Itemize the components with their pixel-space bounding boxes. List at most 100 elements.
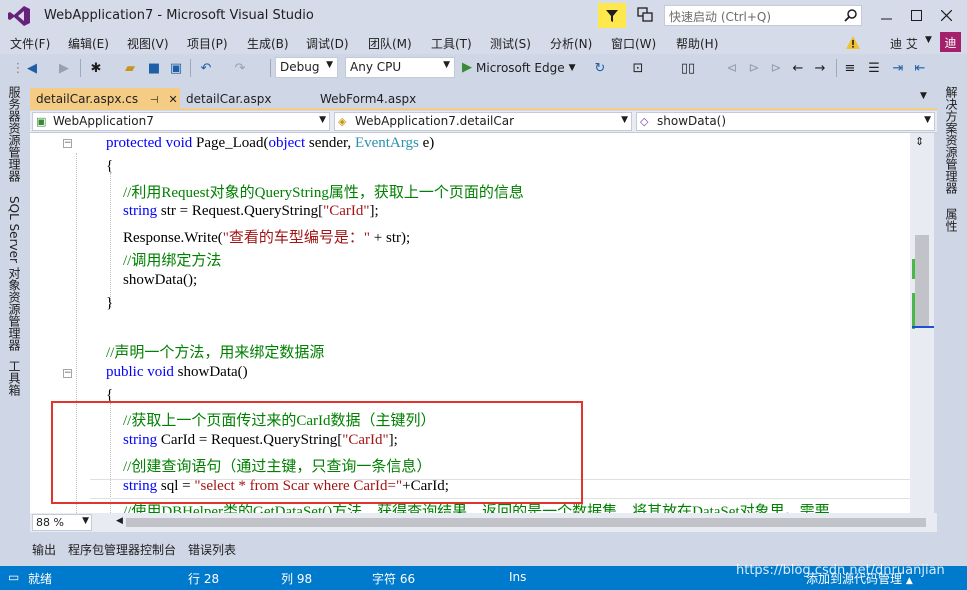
next-bookmark-folder-icon[interactable]: ⊳ — [768, 60, 784, 76]
code-line[interactable]: Response.Write("查看的车型编号是：" + str); — [123, 226, 410, 247]
bookmark-toggle-icon[interactable]: ▯▯ — [680, 60, 696, 76]
solution-explorer-tab[interactable]: 解决方案资源管理器 — [943, 86, 960, 194]
play-icon: ▶ — [462, 60, 472, 75]
navigate-forward-arrow-icon[interactable]: → — [812, 60, 828, 76]
right-tool-strip: 解决方案资源管理器 属性 — [937, 82, 967, 564]
funnel-icon — [606, 9, 618, 22]
user-name[interactable]: 迪 艾 — [890, 35, 918, 52]
chevron-down-icon: ▼ — [319, 115, 326, 125]
split-editor-icon[interactable]: ⇕ — [915, 135, 924, 148]
indent-icon[interactable]: ⇥ — [890, 60, 906, 76]
redo-icon[interactable]: ↷ — [232, 60, 248, 76]
scroll-left-icon[interactable]: ◀ — [116, 516, 123, 526]
undo-icon[interactable]: ↶ — [198, 60, 214, 76]
close-icon[interactable]: ✕ — [168, 93, 177, 106]
comment-lines-icon[interactable]: ≡ — [842, 60, 858, 76]
previous-bookmark-icon[interactable]: ⊲ — [724, 60, 740, 76]
code-comment[interactable]: //利用Request对象的QueryString属性，获取上一个页面的信息 — [123, 181, 524, 202]
tab-output[interactable]: 输出 — [32, 541, 56, 558]
refresh-icon[interactable]: ↻ — [592, 60, 608, 76]
status-char: 字符 66 — [372, 572, 416, 586]
menu-project[interactable]: 项目(P) — [187, 35, 228, 52]
project-select[interactable]: ▣ WebApplication7 ▼ — [32, 112, 330, 131]
close-button[interactable] — [936, 6, 956, 24]
scrollbar-thumb[interactable] — [915, 235, 929, 327]
class-select[interactable]: ◈ WebApplication7.detailCar ▼ — [334, 112, 632, 131]
save-all-icon[interactable]: ▣ — [168, 60, 184, 76]
tab-detailcar-aspx[interactable]: detailCar.aspx — [180, 88, 277, 110]
navigate-back-icon[interactable]: ◀ — [24, 60, 40, 76]
status-line: 行 28 — [188, 572, 220, 586]
sql-server-object-explorer-tab[interactable]: SQL Server 对象资源管理器 — [6, 196, 23, 351]
horizontal-scrollbar-thumb[interactable] — [126, 518, 926, 527]
properties-tab[interactable]: 属性 — [943, 208, 960, 232]
menu-tools[interactable]: 工具(T) — [431, 35, 472, 52]
pin-icon[interactable]: ⊣ — [150, 95, 159, 106]
menu-team[interactable]: 团队(M) — [368, 35, 412, 52]
tab-package-manager-console[interactable]: 程序包管理器控制台 — [68, 541, 176, 558]
uncomment-lines-icon[interactable]: ☰ — [866, 60, 882, 76]
code-line[interactable]: showData(); — [123, 272, 197, 289]
tab-webform4-aspx[interactable]: WebForm4.aspx — [314, 88, 422, 110]
collapse-icon[interactable]: − — [63, 369, 72, 378]
configuration-select[interactable]: Debug ▼ — [275, 57, 338, 78]
scroll-position-marker — [912, 326, 934, 328]
menu-edit[interactable]: 编辑(E) — [68, 35, 109, 52]
platform-value: Any CPU — [350, 60, 402, 74]
navigate-backward-icon[interactable]: ← — [790, 60, 806, 76]
feedback-icon[interactable] — [636, 6, 654, 24]
minimize-button[interactable] — [876, 6, 896, 24]
quick-launch-input[interactable]: 快速启动 (Ctrl+Q) — [664, 5, 862, 26]
code-line[interactable]: { — [106, 158, 113, 175]
menu-view[interactable]: 视图(V) — [127, 35, 169, 52]
code-line[interactable]: protected void Page_Load(object sender, … — [106, 135, 434, 152]
status-column: 列 98 — [281, 572, 313, 586]
server-explorer-tab[interactable]: 服务器资源管理器 — [6, 86, 23, 182]
maximize-button[interactable] — [906, 6, 926, 24]
warning-icon[interactable] — [846, 36, 860, 49]
configuration-value: Debug — [280, 60, 320, 74]
code-line[interactable]: public void showData() — [106, 364, 248, 381]
toolbox-tab[interactable]: 工具箱 — [6, 360, 23, 396]
tab-detailcar-aspx-cs[interactable]: detailCar.aspx.cs ⊣ ✕ — [30, 88, 180, 110]
notifications-filter-button[interactable] — [598, 3, 626, 28]
menu-help[interactable]: 帮助(H) — [676, 35, 718, 52]
tab-error-list[interactable]: 错误列表 — [188, 541, 236, 558]
new-project-icon[interactable]: ✱ — [88, 60, 104, 76]
code-editor[interactable]: − − protected void Page_Load(object send… — [30, 133, 910, 513]
code-line[interactable]: string str = Request.QueryString["CarId"… — [123, 203, 379, 220]
search-icon — [844, 9, 857, 22]
chevron-down-icon[interactable]: ▼ — [925, 35, 932, 45]
maximize-icon — [910, 9, 922, 21]
project-value: WebApplication7 — [53, 114, 154, 128]
save-icon[interactable]: ■ — [146, 60, 162, 76]
run-target-label: Microsoft Edge — [476, 60, 565, 75]
menu-bar: 文件(F) 编辑(E) 视图(V) 项目(P) 生成(B) 调试(D) 团队(M… — [0, 32, 967, 54]
menu-window[interactable]: 窗口(W) — [611, 35, 656, 52]
menu-analyze[interactable]: 分析(N) — [550, 35, 592, 52]
collapse-icon[interactable]: − — [63, 139, 72, 148]
menu-test[interactable]: 测试(S) — [490, 35, 531, 52]
code-comment[interactable]: //调用绑定方法 — [123, 249, 221, 270]
browser-link-icon[interactable]: ⊡ — [630, 60, 646, 76]
menu-build[interactable]: 生成(B) — [247, 35, 289, 52]
start-debugging-button[interactable]: ▶ Microsoft Edge ▼ — [462, 60, 576, 75]
tab-label: detailCar.aspx.cs — [36, 92, 139, 106]
platform-select[interactable]: Any CPU ▼ — [345, 57, 455, 78]
next-bookmark-icon[interactable]: ⊳ — [746, 60, 762, 76]
tab-overflow-icon[interactable]: ▼ — [920, 91, 927, 101]
chevron-down-icon: ▼ — [82, 516, 89, 526]
code-line[interactable]: } — [106, 295, 113, 312]
zoom-select[interactable]: 88 % ▼ — [32, 514, 92, 531]
csharp-project-icon: ▣ — [36, 115, 47, 128]
menu-file[interactable]: 文件(F) — [10, 35, 50, 52]
outdent-icon[interactable]: ⇤ — [912, 60, 928, 76]
code-comment[interactable]: //声明一个方法，用来绑定数据源 — [106, 341, 324, 362]
member-value: showData() — [657, 114, 727, 128]
vertical-scrollbar[interactable]: ⇕ — [910, 133, 934, 513]
navigate-forward-icon[interactable]: ▶ — [56, 60, 72, 76]
menu-debug[interactable]: 调试(D) — [306, 35, 349, 52]
member-select[interactable]: ◇ showData() ▼ — [636, 112, 935, 131]
open-file-icon[interactable]: ▰ — [122, 60, 138, 76]
avatar[interactable]: 迪 — [940, 32, 961, 52]
